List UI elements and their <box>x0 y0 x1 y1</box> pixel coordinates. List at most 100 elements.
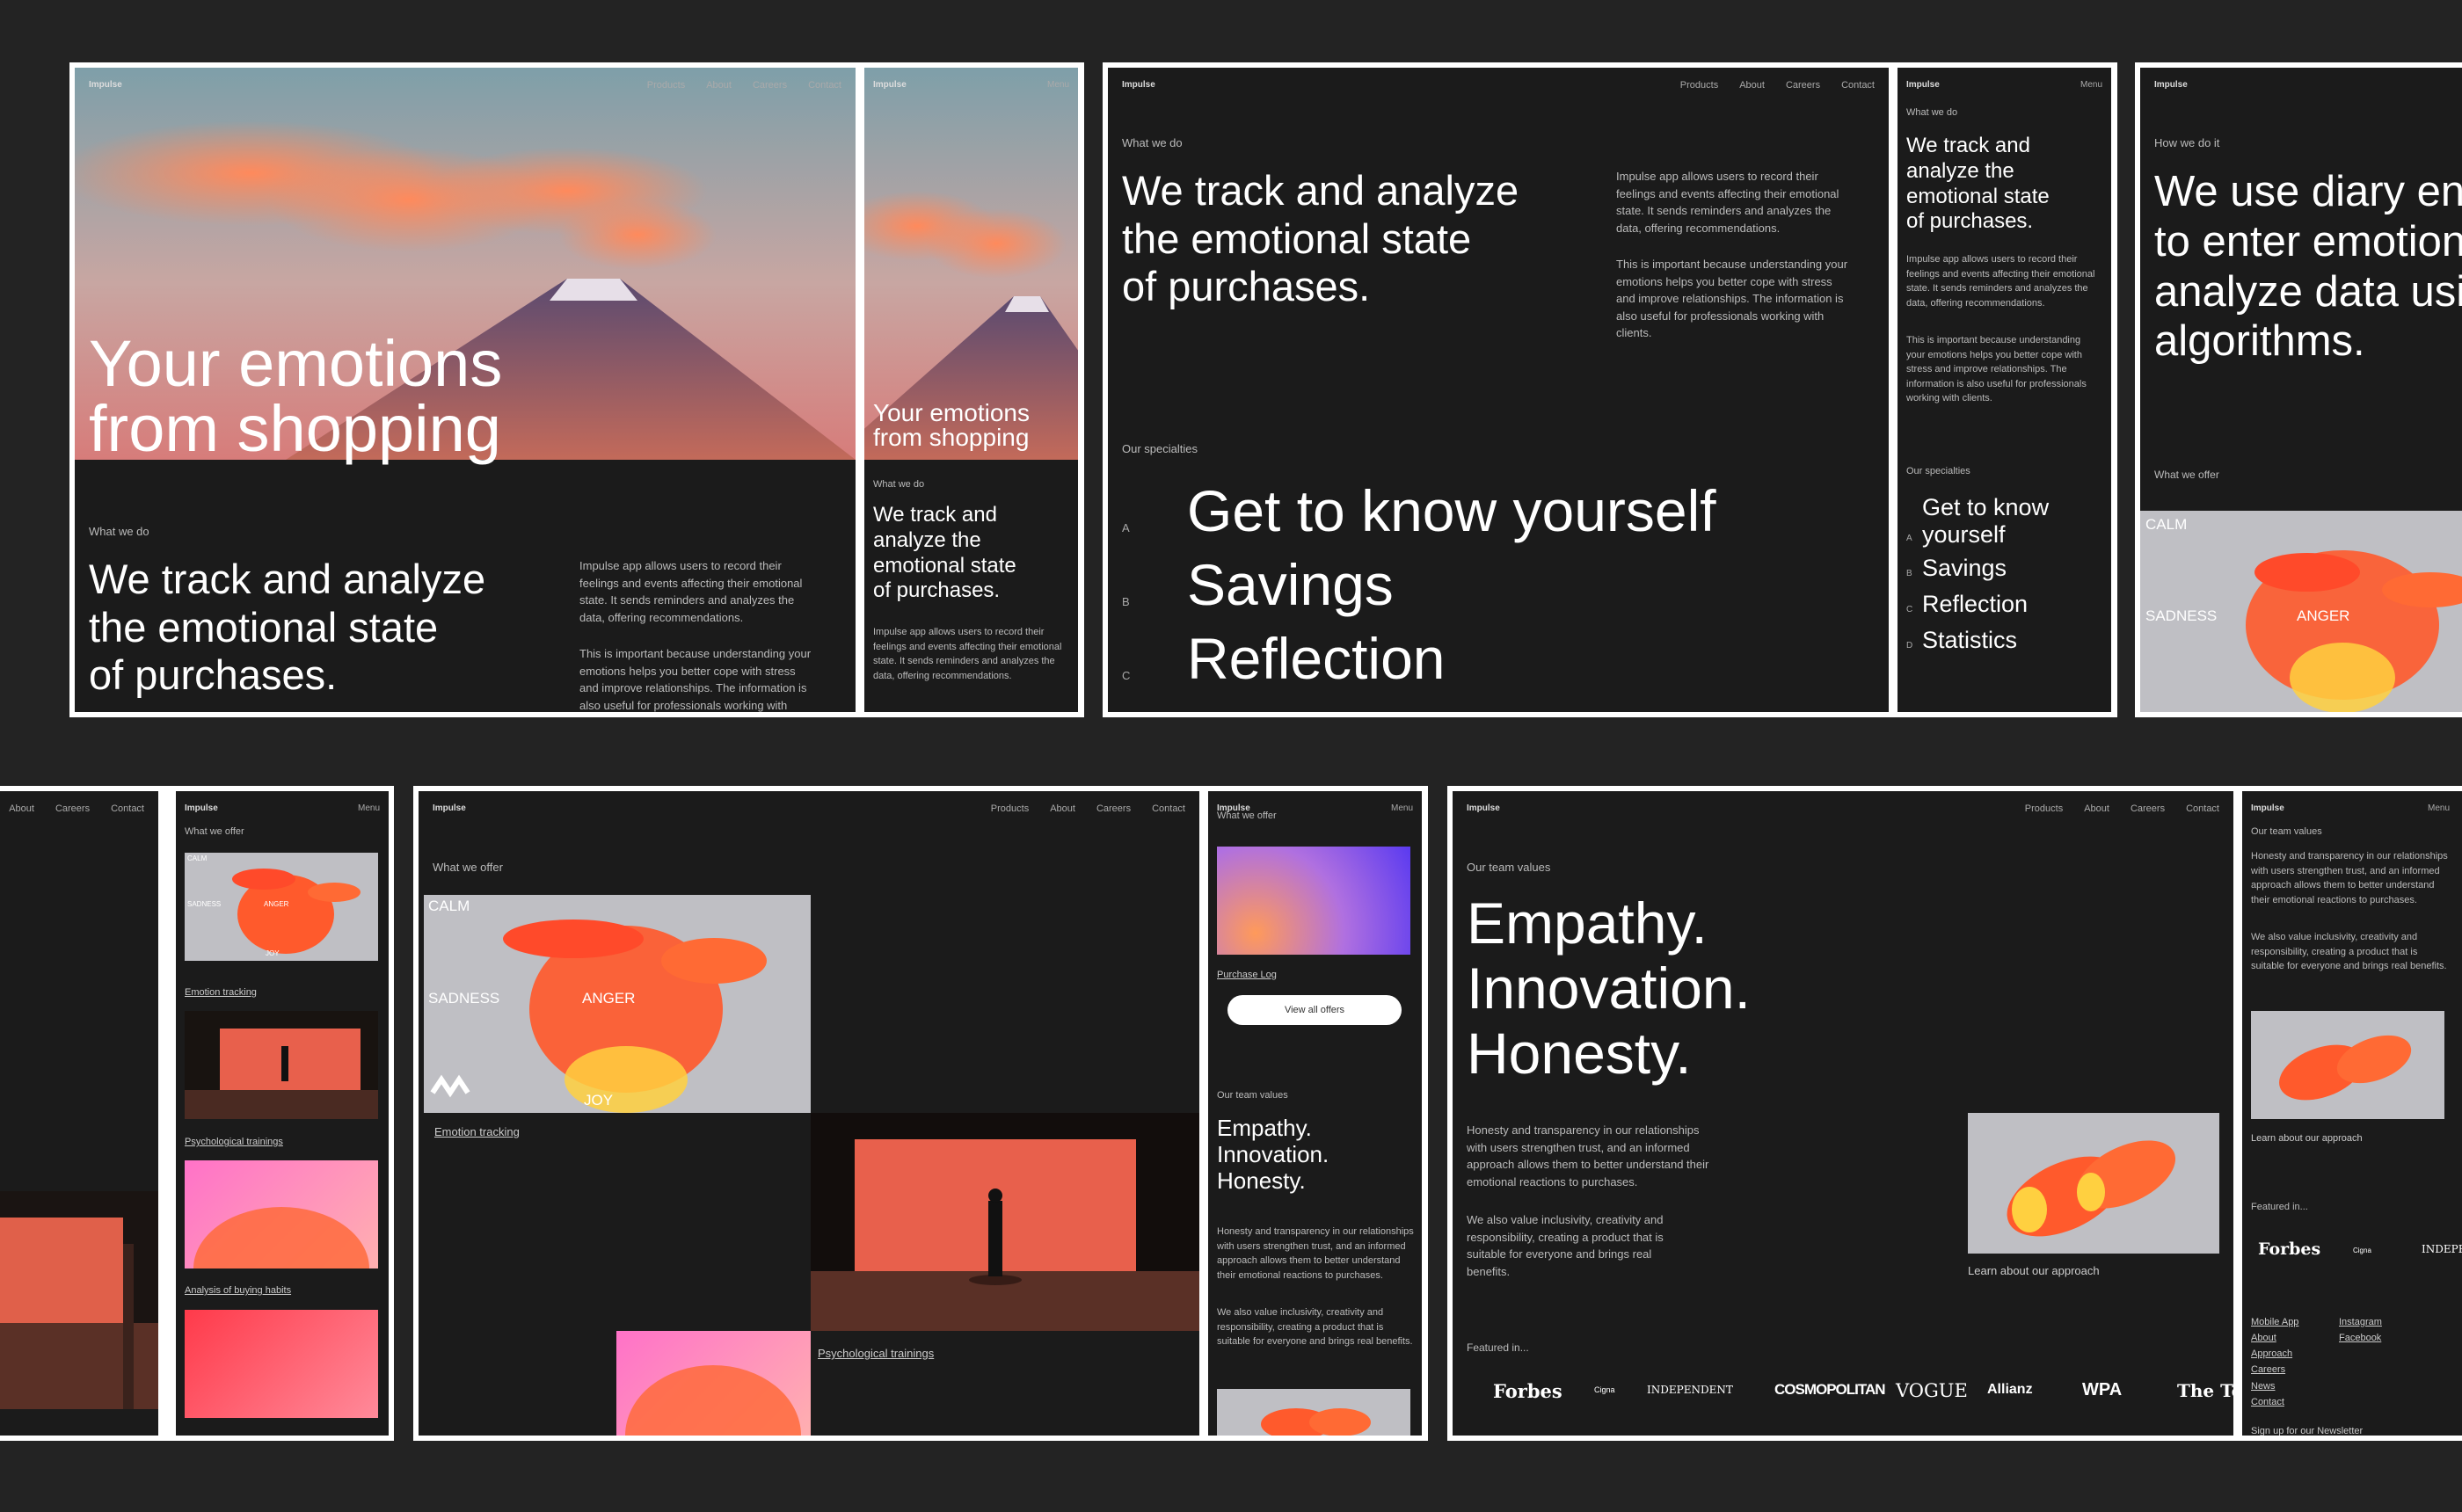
brand-logo[interactable]: Impulse <box>1467 803 1500 813</box>
nav-contact[interactable]: Contact <box>1841 80 1875 91</box>
specialty-item[interactable]: Get to know yourself <box>1922 494 2089 549</box>
nav-careers[interactable]: Careers <box>1096 803 1131 814</box>
nav-careers[interactable]: Careers <box>1786 80 1820 91</box>
nav-about[interactable]: About <box>1739 80 1765 91</box>
values-para-1: Honesty and transparency in our relation… <box>2251 851 2448 905</box>
nav-careers[interactable]: Careers <box>55 803 90 814</box>
approach-link[interactable]: Learn about our approach <box>2251 1133 2363 1144</box>
specialty-item[interactable]: Savings <box>1187 551 1394 619</box>
specialty-item[interactable]: Statistics <box>1922 627 2017 654</box>
nav-contact[interactable]: Contact <box>2186 803 2219 814</box>
brand-logo[interactable]: Impulse <box>89 80 122 90</box>
psych-training-image[interactable] <box>185 1011 378 1119</box>
runner-image[interactable]: CALM SADNESS ANGER JOY <box>185 853 378 961</box>
offer-image-4[interactable] <box>185 1310 378 1418</box>
footer-link-careers[interactable]: Careers <box>2251 1362 2298 1378</box>
footer-link-mobile-app[interactable]: Mobile App <box>2251 1314 2298 1330</box>
link-buying-habits[interactable]: Analysis of buying habits <box>185 1285 291 1296</box>
buying-habits-image[interactable] <box>185 1160 378 1268</box>
desktop-screen-hero: Impulse Products About Careers Contact Y… <box>75 68 856 712</box>
mobile-screen-specialties: Impulse Menu What we do We track and ana… <box>1897 68 2111 712</box>
heading-line: the emotional state <box>89 603 439 651</box>
emotion-label-sadness: SADNESS <box>2145 607 2218 624</box>
menu-button[interactable]: Menu <box>2080 80 2102 90</box>
emotion-label-anger: ANGER <box>2297 607 2350 624</box>
runner-image[interactable]: CALM SADNESS ANGER JOY <box>424 895 811 1113</box>
description-2: This is important because understanding … <box>579 647 812 712</box>
psych-training-image[interactable] <box>811 1113 1199 1331</box>
link-purchase-log[interactable]: Purchase Log <box>1217 970 1277 980</box>
heading-line: We track and analyze <box>89 556 486 602</box>
brand-logo[interactable]: Impulse <box>1906 80 1940 90</box>
logo-independent: INDEPENDENT <box>2422 1243 2462 1255</box>
specialty-item[interactable]: Savings <box>1922 555 2007 582</box>
nav-careers[interactable]: Careers <box>753 80 787 91</box>
emotion-label-calm: CALM <box>2145 516 2188 533</box>
approach-link[interactable]: Learn about our approach <box>1968 1264 2100 1277</box>
brand-logo[interactable]: Impulse <box>433 803 466 813</box>
desktop-screen-specialties: Impulse Products About Careers Contact W… <box>1108 68 1889 712</box>
nav-about[interactable]: About <box>1050 803 1075 814</box>
footer-link-news[interactable]: News <box>2251 1378 2298 1394</box>
value-line: Innovation. <box>1467 955 1751 1021</box>
heading-line: of purchases. <box>1122 263 1371 310</box>
runner-image[interactable]: CALM SADNESS ANGER <box>2140 511 2462 712</box>
nav-products[interactable]: Products <box>647 80 685 91</box>
brand-logo[interactable]: Impulse <box>2251 803 2284 813</box>
specialty-item[interactable]: Reflection <box>1922 591 2028 618</box>
nav-products[interactable]: Products <box>1680 80 1718 91</box>
heading-line: We track and <box>1906 134 2030 157</box>
link-emotion-tracking[interactable]: Emotion tracking <box>434 1125 520 1138</box>
footer-link-contact[interactable]: Contact <box>2251 1394 2298 1410</box>
emotion-label-anger: ANGER <box>264 900 289 908</box>
value-line: Innovation. <box>1217 1140 1329 1167</box>
menu-button[interactable]: Menu <box>358 803 380 813</box>
nav-contact[interactable]: Contact <box>1152 803 1185 814</box>
values-heading: Empathy. Innovation. Honesty. <box>1217 1115 1329 1195</box>
menu-button[interactable]: Menu <box>2428 803 2450 813</box>
nav-contact[interactable]: Contact <box>111 803 144 814</box>
brand-logo[interactable]: Impulse <box>1122 80 1155 90</box>
section-heading: We track and analyze the emotional state… <box>89 556 485 700</box>
link-emotion-tracking[interactable]: Emotion tracking <box>185 987 257 998</box>
psych-training-image[interactable] <box>0 1191 158 1409</box>
link-psych-trainings[interactable]: Psychological trainings <box>818 1347 934 1360</box>
menu-button[interactable]: Menu <box>1047 80 1069 90</box>
specialty-item[interactable]: Get to know yourself <box>1187 477 1716 545</box>
emotion-label-calm: CALM <box>428 898 470 914</box>
logo-allianz: Allianz <box>1987 1382 2033 1397</box>
description-1: Impulse app allows users to record their… <box>579 559 803 624</box>
emotion-label-sadness: SADNESS <box>428 990 500 1007</box>
link-psych-trainings[interactable]: Psychological trainings <box>185 1137 283 1147</box>
offer-label: What we offer <box>2154 469 2219 481</box>
view-all-offers-button[interactable]: View all offers <box>1227 995 1402 1025</box>
description-2: This is important because understanding … <box>1906 335 2087 403</box>
footer-link-approach[interactable]: Approach <box>2251 1346 2298 1362</box>
emotion-label-sadness: SADNESS <box>187 900 222 908</box>
brand-logo[interactable]: Impulse <box>873 80 907 90</box>
footer-link-instagram[interactable]: Instagram <box>2339 1314 2382 1330</box>
nav-about[interactable]: About <box>706 80 732 91</box>
values-para-1: Honesty and transparency in our relation… <box>1467 1123 1709 1189</box>
nav-about[interactable]: About <box>9 803 34 814</box>
purchase-log-image[interactable] <box>1217 847 1410 955</box>
nav-contact[interactable]: Contact <box>808 80 841 91</box>
specialty-item[interactable]: Reflection <box>1187 625 1446 693</box>
brand-logo[interactable]: Impulse <box>185 803 218 813</box>
footer-link-facebook[interactable]: Facebook <box>2339 1330 2382 1346</box>
mobile-screen-values-footer: Impulse Menu Our team values Honesty and… <box>2242 791 2462 1436</box>
logo-wpa: WPA <box>2082 1380 2123 1399</box>
brand-logo[interactable]: Impulse <box>2154 80 2188 90</box>
menu-button[interactable]: Menu <box>1391 803 1413 813</box>
nav-about[interactable]: About <box>2084 803 2109 814</box>
buying-habits-image[interactable] <box>616 1331 811 1436</box>
nav-products[interactable]: Products <box>2025 803 2063 814</box>
newsletter-signup[interactable]: Sign up for our Newsletter <box>2251 1426 2363 1436</box>
nav-careers[interactable]: Careers <box>2131 803 2165 814</box>
footer-link-about[interactable]: About <box>2251 1330 2298 1346</box>
offer-label: What we offer <box>1217 811 1277 821</box>
value-line: Empathy. <box>1217 1115 1312 1141</box>
nav-products[interactable]: Products <box>991 803 1029 814</box>
value-line: Empathy. <box>1467 890 1708 956</box>
mobile-screen-hero: Impulse Menu Your emotions from shopping… <box>864 68 1078 712</box>
